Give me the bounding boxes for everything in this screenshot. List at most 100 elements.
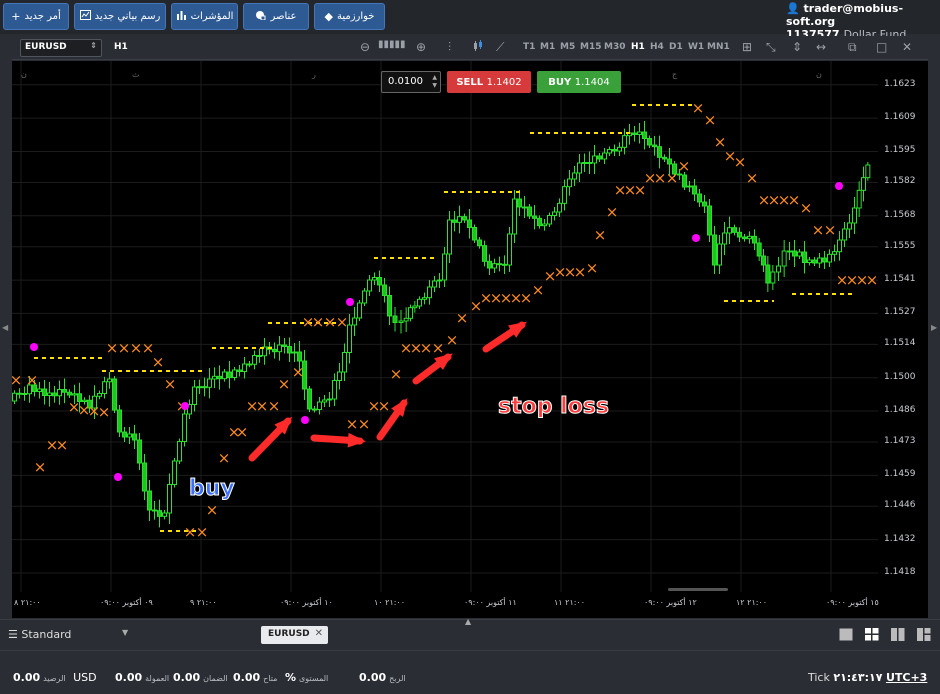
timeframe-h1[interactable]: H1	[631, 42, 645, 52]
left-panel-arrow-icon[interactable]: ◀	[2, 323, 8, 332]
timeframe-m5[interactable]: M5	[560, 42, 575, 52]
line-type-icon[interactable]: ⟋	[496, 40, 504, 55]
timeframe-w1[interactable]: W1	[688, 42, 704, 52]
sar-marker: ×	[206, 501, 219, 519]
new-order-button[interactable]: + أمر جديد	[3, 3, 69, 30]
lot-size-input[interactable]: 0.0100 ▲ ▼	[381, 71, 441, 93]
popout-icon[interactable]: ⧉	[848, 40, 857, 55]
candle-body	[412, 305, 418, 309]
layout-columns-icon[interactable]	[891, 628, 905, 641]
sell-button[interactable]: SELL 1.1402	[447, 71, 531, 93]
close-tab-icon[interactable]: ✕	[315, 628, 323, 639]
candle-body	[107, 378, 112, 383]
sar-marker: ×	[734, 153, 747, 171]
sar-marker: ×	[346, 415, 359, 433]
free-margin-status: 0.00 متاح	[233, 671, 277, 684]
tab-eurusd[interactable]: EURUSD ✕	[261, 626, 328, 644]
candle-body	[287, 346, 292, 354]
candle-body	[812, 259, 817, 264]
bar-type-icon[interactable]: ⫶	[448, 40, 451, 55]
account-email: 👤 trader@mobius-soft.org	[786, 2, 934, 28]
sar-marker: ×	[812, 221, 825, 239]
candle-type-icon[interactable]	[472, 40, 484, 55]
symbol-select[interactable]: EURUSD ⇕	[20, 39, 102, 57]
horizontal-line-icon[interactable]: ↔	[816, 40, 826, 54]
candle-body	[22, 393, 27, 395]
red-arrow-head	[347, 432, 366, 448]
elements-label: عناصر	[270, 11, 297, 22]
candle-body	[97, 393, 102, 397]
right-panel-arrow-icon[interactable]: ▶	[931, 323, 937, 332]
candle-body	[781, 250, 787, 267]
bar-chart-icon	[176, 10, 187, 23]
layout-select[interactable]: ☰ Standard ▼	[8, 628, 128, 641]
sar-marker: ×	[456, 309, 469, 327]
buy-button[interactable]: BUY 1.1404	[537, 71, 621, 93]
status-bar: 0.00 الرصيد USD 0.00 العمولة 0.00 الضمان 0.…	[0, 650, 940, 694]
candle-body	[408, 307, 413, 319]
close-chart-icon[interactable]: ✕	[902, 40, 912, 54]
candle-body	[247, 363, 252, 366]
spinner-icon[interactable]: ▲ ▼	[432, 74, 437, 90]
zoom-in-icon[interactable]: ⊕	[416, 40, 426, 54]
sar-marker: ×	[34, 458, 47, 476]
elements-button[interactable]: عناصر	[243, 3, 309, 30]
candle-body	[747, 235, 752, 240]
layout-single-icon[interactable]	[839, 628, 853, 641]
candle-body	[447, 219, 452, 255]
vertical-line-icon[interactable]: ⇕	[792, 40, 802, 54]
candle-body	[127, 433, 132, 438]
candle-body	[422, 297, 427, 300]
algorithms-button[interactable]: ◆ خوارزمية	[314, 3, 385, 30]
chart-scrollbar[interactable]	[668, 588, 728, 591]
time-axis[interactable]: ٢١:٠٠ ٨ ٠٩ أكتوبر ٠٩:٠٠ ٢١:٠٠ ٩ ١٠ أكتوبر ٠…	[12, 592, 928, 618]
sar-marker: ×	[256, 397, 269, 415]
timeframe-d1[interactable]: D1	[669, 42, 683, 52]
candle-body	[317, 401, 322, 410]
sar-marker: ×	[164, 375, 177, 393]
zoom-out-icon[interactable]: ⊖	[360, 40, 370, 54]
timeframe-m30[interactable]: M30	[604, 42, 625, 52]
candle-body	[52, 392, 57, 397]
candle-body	[792, 250, 797, 257]
crosshair-icon[interactable]: ⤡	[766, 40, 776, 55]
candle-body	[237, 369, 242, 372]
candle-body	[537, 217, 542, 227]
layout-rows-icon[interactable]	[917, 628, 931, 641]
sar-marker: ×	[26, 371, 39, 389]
timezone-value[interactable]: UTC+3	[886, 671, 927, 684]
x-tick-label: ١٢ أكتوبر ٠٩:٠٠	[644, 598, 697, 607]
chart-top-label: ر	[311, 70, 316, 79]
new-chart-button[interactable]: رسم بياني جديد	[74, 3, 166, 30]
signal-dot	[30, 343, 38, 351]
candle-body	[522, 206, 527, 209]
timeframe-h4[interactable]: H4	[650, 42, 664, 52]
maximize-icon[interactable]: □	[876, 40, 887, 54]
candle-body	[137, 439, 142, 464]
timeframe-mn1[interactable]: MN1	[707, 42, 730, 52]
level-label: المستوى	[299, 674, 329, 683]
indicators-button[interactable]: المؤشرات	[171, 3, 238, 30]
layout-grid-icon[interactable]	[865, 628, 879, 641]
timeframe-m1[interactable]: M1	[540, 42, 555, 52]
profit-status: 0.00 الربح	[359, 671, 406, 684]
sar-marker: ×	[666, 169, 679, 187]
collapse-panel-icon[interactable]: ▲	[465, 617, 471, 626]
candle-body	[742, 236, 747, 240]
sar-marker: ×	[800, 199, 813, 217]
candle-body	[547, 215, 552, 225]
y-tick-label: 1.1582	[884, 176, 916, 187]
timeframe-t1[interactable]: T1	[523, 42, 535, 52]
candle-body	[152, 509, 157, 512]
candle-body	[172, 460, 177, 485]
price-axis[interactable]: 1.1623 1.1609 1.1595 1.1582 1.1568 1.1555 1.15…	[878, 61, 928, 592]
one-click-trade-panel: 0.0100 ▲ ▼ SELL 1.1402 BUY 1.1404	[381, 71, 621, 93]
sar-marker: ×	[574, 263, 587, 281]
timeframe-m15[interactable]: M15	[580, 42, 601, 52]
price-chart[interactable]: × × × × × × × × × × × × × × × × × × × × × × × × × × × × × × × × × × × × × × × ×…	[12, 61, 878, 592]
grid-icon[interactable]: ⊞	[742, 40, 752, 54]
candle-body	[572, 172, 577, 180]
candle-body	[342, 352, 347, 373]
candle-body	[398, 320, 404, 323]
sar-marker: ×	[118, 339, 131, 357]
